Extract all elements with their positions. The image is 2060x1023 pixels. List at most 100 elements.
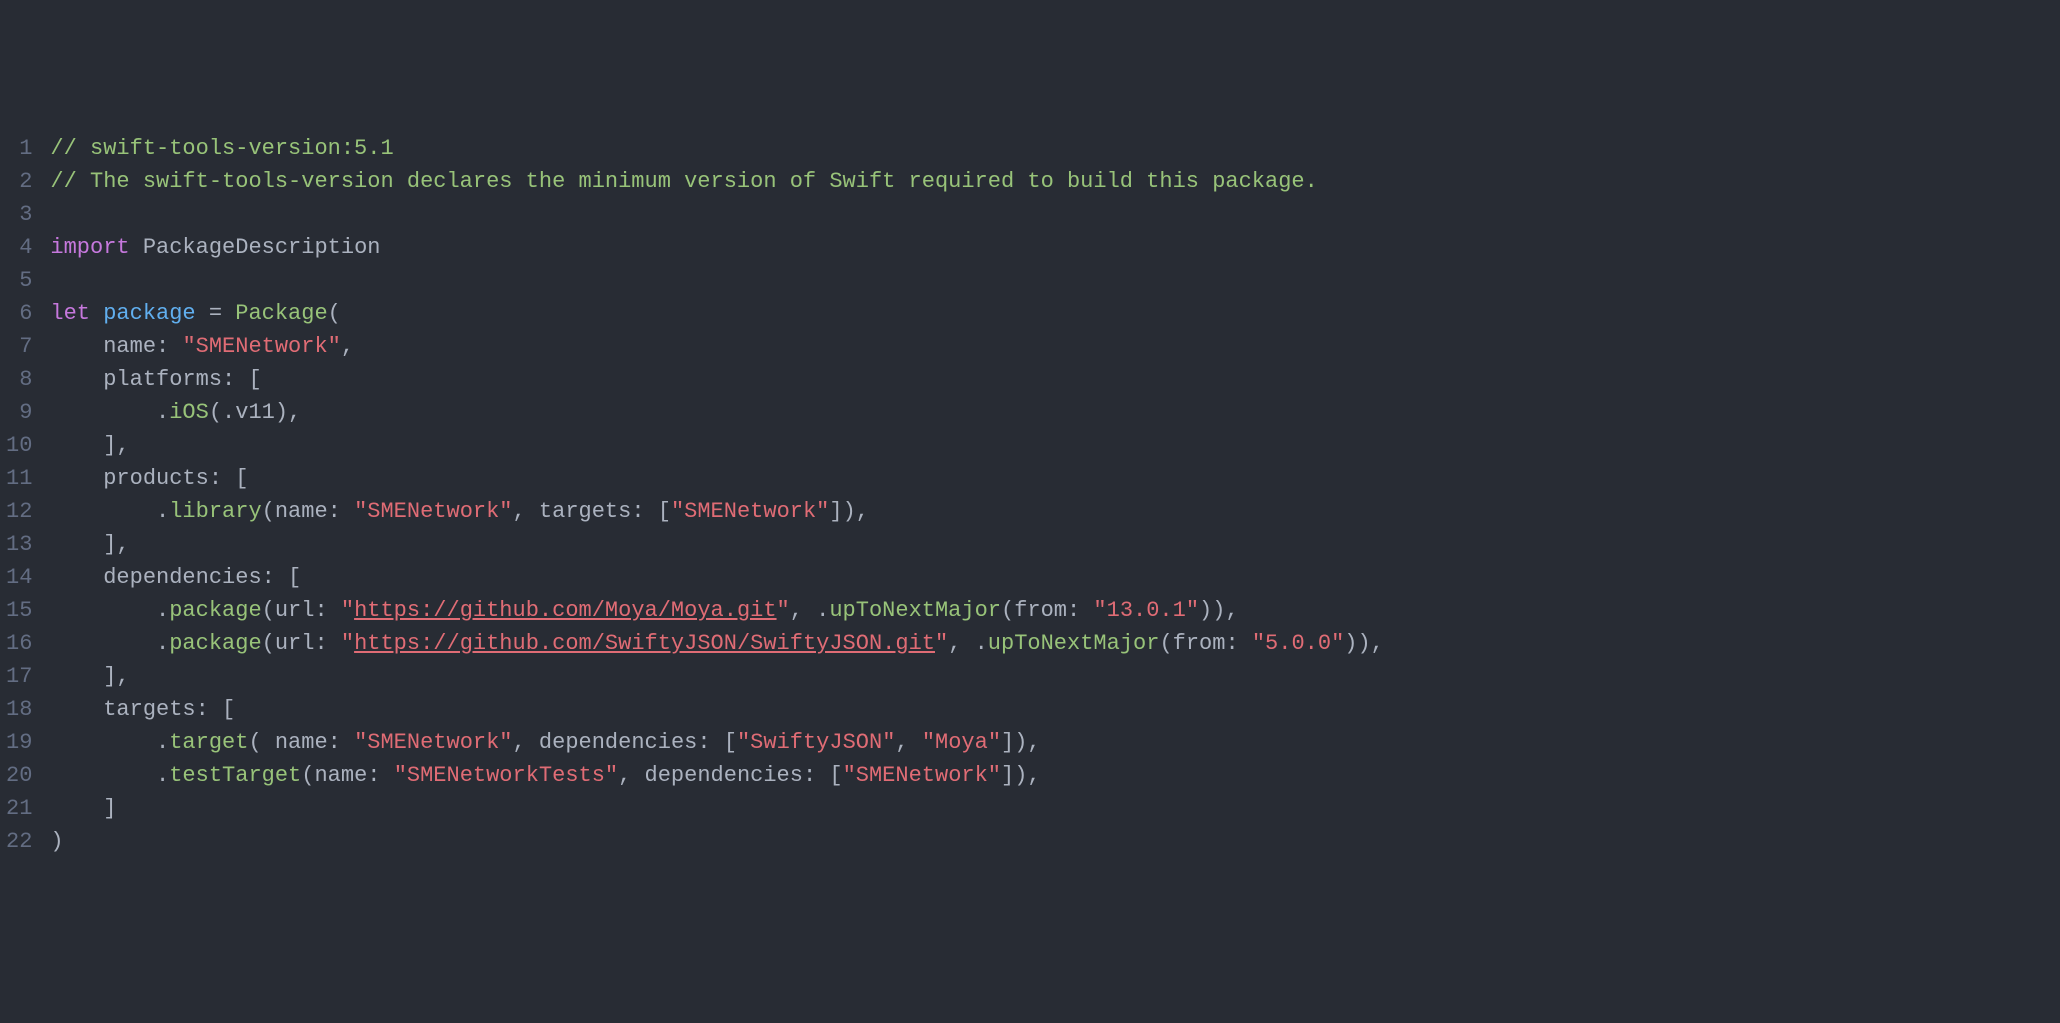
line-number: 21 <box>6 792 32 825</box>
code-line[interactable]: products: [ <box>50 462 2050 495</box>
code-editor[interactable]: 12345678910111213141516171819202122 // s… <box>0 132 2060 858</box>
code-line[interactable]: ) <box>50 825 2050 858</box>
token-label: products <box>103 466 209 491</box>
token-func: upToNextMajor <box>829 598 1001 623</box>
token-punc: , <box>618 763 644 788</box>
token-punc: ( <box>1159 631 1172 656</box>
token-op: = <box>209 301 222 326</box>
code-line[interactable]: .testTarget(name: "SMENetworkTests", dep… <box>50 759 2050 792</box>
token-punc <box>196 301 209 326</box>
code-line[interactable] <box>50 198 2050 231</box>
token-punc: : <box>156 334 182 359</box>
token-func: Package <box>235 301 327 326</box>
code-line[interactable]: .target( name: "SMENetwork", dependencie… <box>50 726 2050 759</box>
code-line[interactable]: let package = Package( <box>50 297 2050 330</box>
line-number: 12 <box>6 495 32 528</box>
token-func: package <box>169 598 261 623</box>
code-line[interactable]: targets: [ <box>50 693 2050 726</box>
token-punc: : [ <box>803 763 843 788</box>
code-line[interactable]: ], <box>50 660 2050 693</box>
token-string: "5.0.0" <box>1252 631 1344 656</box>
token-punc: : <box>328 730 354 755</box>
token-punc: , <box>513 730 539 755</box>
token-string: "SMENetwork" <box>843 763 1001 788</box>
token-label: targets <box>539 499 631 524</box>
token-label: url <box>275 598 315 623</box>
token-func: library <box>169 499 261 524</box>
token-stringurl: https://github.com/SwiftyJSON/SwiftyJSON… <box>354 631 935 656</box>
code-line[interactable]: // The swift-tools-version declares the … <box>50 165 2050 198</box>
token-punc: : [ <box>631 499 671 524</box>
token-punc: . <box>50 598 169 623</box>
token-keyword: let <box>50 301 90 326</box>
token-punc: : <box>1225 631 1251 656</box>
token-punc: : <box>367 763 393 788</box>
code-line[interactable] <box>50 264 2050 297</box>
token-punc: . <box>50 631 169 656</box>
code-line[interactable]: ] <box>50 792 2050 825</box>
line-number: 19 <box>6 726 32 759</box>
token-ident: v11 <box>235 400 275 425</box>
code-line[interactable]: .package(url: "https://github.com/Moya/M… <box>50 594 2050 627</box>
token-func: testTarget <box>169 763 301 788</box>
line-number: 18 <box>6 693 32 726</box>
token-punc: . <box>50 499 169 524</box>
token-punc: , . <box>948 631 988 656</box>
code-line[interactable]: platforms: [ <box>50 363 2050 396</box>
line-number: 11 <box>6 462 32 495</box>
token-label: dependencies <box>539 730 697 755</box>
token-string: "Moya" <box>922 730 1001 755</box>
line-number: 8 <box>6 363 32 396</box>
line-number: 7 <box>6 330 32 363</box>
code-line[interactable]: // swift-tools-version:5.1 <box>50 132 2050 165</box>
token-punc: ], <box>50 532 129 557</box>
token-string: "SMENetwork" <box>354 499 512 524</box>
token-punc: ( <box>301 763 314 788</box>
token-punc: ( <box>262 631 275 656</box>
line-number: 3 <box>6 198 32 231</box>
token-string: "SMENetwork" <box>354 730 512 755</box>
token-func: upToNextMajor <box>988 631 1160 656</box>
token-punc: , . <box>790 598 830 623</box>
line-number: 9 <box>6 396 32 429</box>
code-line[interactable]: ], <box>50 528 2050 561</box>
code-area[interactable]: // swift-tools-version:5.1 // The swift-t… <box>50 132 2060 858</box>
token-punc: . <box>50 400 169 425</box>
token-punc: ( <box>1001 598 1014 623</box>
token-keyword: import <box>50 235 129 260</box>
code-line[interactable]: name: "SMENetwork", <box>50 330 2050 363</box>
token-punc: ] <box>50 796 116 821</box>
token-punc: ], <box>50 433 129 458</box>
line-number: 10 <box>6 429 32 462</box>
token-ident: PackageDescription <box>143 235 381 260</box>
code-line[interactable]: ], <box>50 429 2050 462</box>
line-number: 15 <box>6 594 32 627</box>
token-punc: ], <box>50 664 129 689</box>
token-punc: , <box>513 499 539 524</box>
code-line[interactable]: .library(name: "SMENetwork", targets: ["… <box>50 495 2050 528</box>
token-func: package <box>169 631 261 656</box>
token-string: "13.0.1" <box>1093 598 1199 623</box>
token-string: " <box>341 631 354 656</box>
token-punc: ( <box>328 301 341 326</box>
code-line[interactable]: .package(url: "https://github.com/Swifty… <box>50 627 2050 660</box>
token-type: package <box>103 301 195 326</box>
token-comment: // swift-tools-version:5.1 <box>50 136 393 161</box>
token-string: "SMENetwork" <box>671 499 829 524</box>
token-punc: )), <box>1199 598 1239 623</box>
line-number-gutter: 12345678910111213141516171819202122 <box>0 132 50 858</box>
token-string: "SMENetworkTests" <box>394 763 618 788</box>
token-punc: : [ <box>209 466 249 491</box>
token-punc: ) <box>50 829 63 854</box>
line-number: 2 <box>6 165 32 198</box>
token-string: " <box>935 631 948 656</box>
token-label: name <box>314 763 367 788</box>
token-punc <box>50 565 103 590</box>
token-punc: ), <box>275 400 301 425</box>
line-number: 20 <box>6 759 32 792</box>
code-line[interactable]: dependencies: [ <box>50 561 2050 594</box>
line-number: 6 <box>6 297 32 330</box>
code-line[interactable]: import PackageDescription <box>50 231 2050 264</box>
token-label: name <box>103 334 156 359</box>
code-line[interactable]: .iOS(.v11), <box>50 396 2050 429</box>
